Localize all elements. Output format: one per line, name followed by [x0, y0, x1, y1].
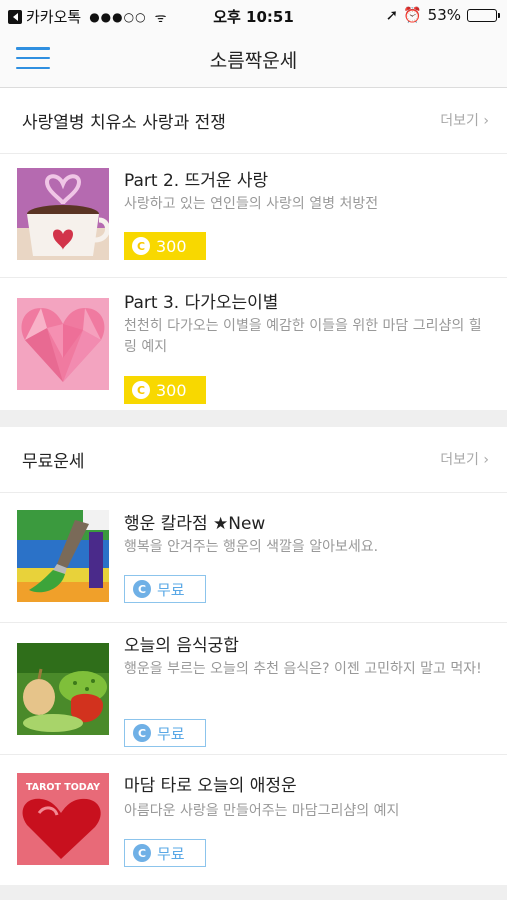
price-badge: C 무료 [124, 719, 206, 747]
coin-icon: C [133, 844, 151, 862]
item-title: 행운 칼라점 ★New [124, 514, 266, 534]
price-label: 무료 [157, 844, 185, 863]
battery-icon [467, 8, 500, 22]
section-header-love: 사랑열병 치유소 사랑과 전쟁 더보기 › [0, 88, 507, 154]
coin-icon: C [132, 237, 150, 255]
price-badge: C 300 [124, 232, 206, 260]
section-title: 무료운세 [22, 452, 85, 472]
section-divider [0, 410, 507, 427]
item-desc: 행운을 부르는 오늘의 추천 음식은? 이젠 고민하지 말고 먹자! [124, 661, 482, 677]
coffee-heart-icon [17, 168, 109, 260]
section-header-free: 무료운세 더보기 › [0, 427, 507, 493]
item-title: 마담 타로 오늘의 애정운 [124, 776, 297, 796]
section-title: 사랑열병 치유소 사랑과 전쟁 [22, 113, 226, 133]
coin-icon: C [133, 580, 151, 598]
price-badge: C 무료 [124, 575, 206, 603]
price-label: 무료 [157, 580, 185, 599]
price-label: 300 [156, 236, 187, 256]
price-badge: C 300 [124, 376, 206, 404]
price-label: 무료 [157, 724, 185, 743]
tarot-heart-icon: TAROT TODAY [17, 773, 109, 865]
price-label: 300 [156, 380, 187, 400]
list-item[interactable]: Part 2. 뜨거운 사랑 사랑하고 있는 연인들의 사랑의 열병 처방전 C… [0, 154, 507, 278]
item-desc: 사랑하고 있는 연인들의 사랑의 열병 처방전 [124, 196, 379, 212]
more-link[interactable]: 더보기 › [440, 449, 489, 469]
coin-icon: C [133, 724, 151, 742]
list-item[interactable]: Part 3. 다가오는이별 천천히 다가오는 이별을 예감한 이들을 위한 마… [0, 278, 507, 410]
list-item[interactable]: 행운 칼라점 ★New 행복을 안겨주는 행운의 색깔을 알아보세요. C 무료 [0, 493, 507, 623]
pink-heart-icon [17, 298, 109, 390]
nav-bar: 소름짝운세 [0, 30, 507, 88]
item-desc: 행복을 안겨주는 행운의 색깔을 알아보세요. [124, 539, 379, 555]
coin-icon: C [132, 381, 150, 399]
list-item[interactable]: 오늘의 음식궁합 행운을 부르는 오늘의 추천 음식은? 이젠 고민하지 말고 … [0, 623, 507, 755]
item-title: Part 3. 다가오는이별 [124, 293, 279, 313]
battery-percent: 53% [427, 6, 461, 24]
list-item[interactable]: TAROT TODAY 마담 타로 오늘의 애정운 아름다운 사랑을 만들어주는… [0, 755, 507, 885]
paint-brush-icon [17, 510, 109, 602]
vegetables-icon [17, 643, 109, 735]
item-desc: 아름다운 사랑을 만들어주는 마담그리샴의 예지 [124, 803, 400, 819]
bottom-divider [0, 885, 507, 900]
tarot-today-badge: TAROT TODAY [26, 782, 100, 793]
item-desc: 천천히 다가오는 이별을 예감한 이들을 위한 마담 그리샴의 힐링 예지 [124, 318, 482, 355]
item-title: Part 2. 뜨거운 사랑 [124, 171, 269, 191]
status-bar: 카카오톡 ●●●○○ ᯤ 오후 10:51 ➚ ⏰ 53% [0, 0, 507, 30]
status-right: ➚ ⏰ 53% [385, 6, 500, 24]
item-title: 오늘의 음식궁합 [124, 636, 239, 656]
page-title: 소름짝운세 [209, 50, 298, 72]
price-badge: C 무료 [124, 839, 206, 867]
more-link[interactable]: 더보기 › [440, 110, 489, 130]
location-alarm-icon: ➚ ⏰ [385, 6, 422, 24]
